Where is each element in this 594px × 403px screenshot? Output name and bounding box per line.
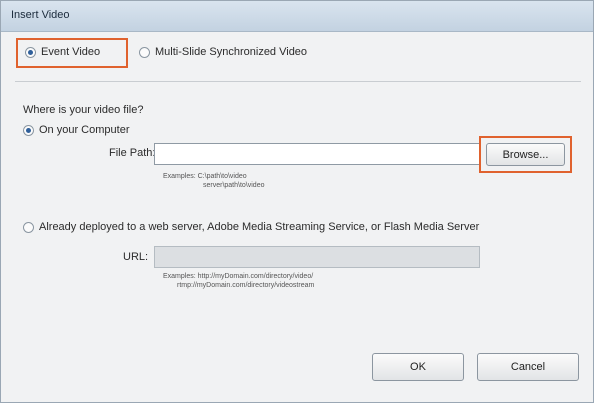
file-example-line-1: Examples: C:\path\to\video [163, 173, 247, 180]
file-examples: Examples: C:\path\to\video server\path\t… [163, 172, 264, 190]
web-server-label[interactable]: Already deployed to a web server, Adobe … [39, 221, 479, 233]
web-server-radio[interactable] [23, 222, 34, 233]
multi-slide-label[interactable]: Multi-Slide Synchronized Video [155, 46, 307, 58]
on-computer-label[interactable]: On your Computer [39, 124, 129, 136]
url-input[interactable] [154, 246, 480, 268]
url-example-line-1: Examples: http://myDomain.com/directory/… [163, 273, 314, 280]
title-bar[interactable]: Insert Video [1, 1, 593, 32]
url-label: URL: [123, 251, 149, 263]
insert-video-dialog: Insert Video Event Video Multi-Slide Syn… [0, 0, 594, 403]
url-examples: Examples: http://myDomain.com/directory/… [163, 272, 314, 290]
browse-button[interactable]: Browse... [486, 143, 565, 166]
event-video-radio[interactable] [25, 47, 36, 58]
on-computer-radio[interactable] [23, 125, 34, 136]
url-example-line-2: rtmp://myDomain.com/directory/videostrea… [177, 282, 315, 289]
file-path-label: File Path: [109, 147, 156, 159]
window-title: Insert Video [11, 9, 70, 21]
multi-slide-radio[interactable] [139, 47, 150, 58]
event-video-label[interactable]: Event Video [41, 46, 100, 58]
source-question: Where is your video file? [23, 104, 144, 116]
ok-button[interactable]: OK [372, 353, 464, 381]
cancel-button[interactable]: Cancel [477, 353, 579, 381]
file-example-line-2: server\path\to\video [203, 182, 265, 189]
file-path-input[interactable] [154, 143, 480, 165]
divider [15, 81, 581, 82]
